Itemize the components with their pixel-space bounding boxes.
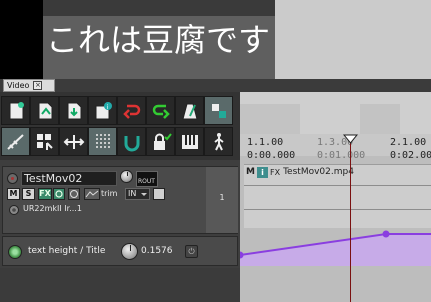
- track-panel-empty-area: [0, 268, 240, 302]
- media-explorer-button[interactable]: [204, 127, 233, 156]
- ruler-time-label: 0:02.000: [390, 150, 431, 161]
- power-icon[interactable]: ⏻: [185, 245, 198, 258]
- solo-button[interactable]: S: [22, 188, 35, 200]
- envelope-lane[interactable]: [240, 228, 431, 302]
- fx-bypass-icon[interactable]: [53, 188, 65, 200]
- ripple-edit-icon: [6, 133, 24, 150]
- route-meter[interactable]: ROUT: [136, 171, 158, 187]
- automation-mode-label[interactable]: trim: [101, 189, 117, 198]
- grid-button[interactable]: [30, 127, 59, 156]
- envelope-name: text height / Title: [28, 246, 106, 256]
- move-envelope-icon: [63, 134, 84, 149]
- playhead-marker-icon[interactable]: [343, 134, 358, 144]
- save-project-button[interactable]: [59, 96, 88, 125]
- auto-crossfade-button[interactable]: [117, 127, 146, 156]
- envelope-point[interactable]: [382, 230, 390, 238]
- arrange-view[interactable]: 1.1.00 0:00.000 1.3.00 0:01.000 2.1.00 0…: [240, 92, 431, 302]
- video-preview: これは豆腐です: [0, 0, 431, 79]
- envelope-points-icon: [181, 134, 198, 149]
- preview-dark-band: [43, 0, 275, 16]
- envelope-points-button[interactable]: [175, 127, 204, 156]
- open-project-button[interactable]: [30, 96, 59, 125]
- track-control-panel: TestMov02 ROUT M S FX trim IN UR22mkII I…: [0, 160, 240, 302]
- timeline-stripe: [240, 104, 300, 134]
- item-grouping-button[interactable]: [88, 127, 117, 156]
- video-tab-label: Video: [7, 81, 30, 90]
- ripple-edit-button[interactable]: [1, 127, 30, 156]
- track-name-field[interactable]: TestMov02: [21, 171, 117, 186]
- project-info-icon: i: [95, 101, 112, 119]
- snap-grid-icon: [211, 103, 226, 118]
- record-arm-button[interactable]: [7, 173, 18, 184]
- metronome-icon: [181, 103, 198, 119]
- main-toolbar: i: [0, 92, 240, 160]
- envelope-value-knob[interactable]: [121, 243, 138, 260]
- overlay-text: これは豆腐です: [46, 21, 271, 59]
- input-gear-icon[interactable]: [8, 204, 20, 216]
- item-divider: [244, 185, 431, 186]
- automation-icon[interactable]: [84, 188, 100, 200]
- envelope-active-toggle[interactable]: [8, 245, 22, 259]
- auto-crossfade-icon: [124, 135, 139, 151]
- ruler-bar-label: 1.1.00: [247, 137, 284, 148]
- redo-button[interactable]: [146, 96, 175, 125]
- redo-icon: [152, 104, 170, 119]
- playhead-line: [350, 136, 351, 302]
- snap-grid-button[interactable]: [204, 96, 233, 125]
- item-divider: [244, 209, 431, 210]
- item-mute-toggle[interactable]: M: [244, 167, 257, 177]
- lock-button[interactable]: [146, 127, 175, 156]
- undo-button[interactable]: [117, 96, 146, 125]
- envelope-curve[interactable]: [240, 228, 431, 302]
- project-info-button[interactable]: i: [88, 96, 117, 125]
- track-row[interactable]: TestMov02 ROUT M S FX trim IN UR22mkII I…: [2, 166, 238, 234]
- save-project-icon: [67, 102, 81, 119]
- new-project-button[interactable]: [1, 96, 30, 125]
- route-button[interactable]: [153, 188, 165, 200]
- media-explorer-icon: [213, 132, 224, 150]
- item-info-icon[interactable]: i: [257, 166, 268, 178]
- move-envelope-button[interactable]: [59, 127, 88, 156]
- input-dropdown[interactable]: IN: [125, 188, 150, 200]
- new-project-icon: [9, 101, 24, 119]
- item-grouping-icon: [95, 133, 110, 150]
- item-header: M i FX TestMov02.mp4: [244, 165, 431, 179]
- preview-black-bar: [0, 0, 43, 79]
- env-mode-icon[interactable]: [68, 188, 80, 200]
- ruler-bar-label: 2.1.00: [390, 137, 427, 148]
- track-number: 1: [206, 167, 238, 233]
- item-name: TestMov02.mp4: [283, 167, 354, 177]
- item-fx-button[interactable]: FX: [270, 168, 280, 177]
- metronome-button[interactable]: [175, 96, 204, 125]
- lock-icon: [153, 132, 172, 150]
- video-window-tab[interactable]: Video ×: [3, 79, 55, 92]
- preview-background: [275, 0, 431, 79]
- mute-button[interactable]: M: [7, 188, 20, 200]
- input-device-name: UR22mkII Ir...1: [23, 204, 82, 213]
- grid-icon: [36, 133, 53, 150]
- envelope-row[interactable]: text height / Title 0.1576 ⏻: [2, 236, 238, 266]
- timeline-ruler[interactable]: 1.1.00 0:00.000 1.3.00 0:01.000 2.1.00 0…: [240, 134, 431, 161]
- open-project-icon: [38, 102, 52, 119]
- close-icon[interactable]: ×: [33, 81, 43, 90]
- volume-knob[interactable]: [120, 170, 133, 183]
- envelope-value: 0.1576: [141, 246, 173, 256]
- timeline-stripe: [360, 104, 400, 134]
- undo-icon: [122, 104, 140, 119]
- route-label: ROUT: [138, 178, 155, 185]
- ruler-time-label: 0:01.000: [317, 150, 366, 161]
- video-preview-lower: [240, 92, 431, 134]
- fx-button[interactable]: FX: [38, 188, 52, 200]
- ruler-time-label: 0:00.000: [247, 150, 296, 161]
